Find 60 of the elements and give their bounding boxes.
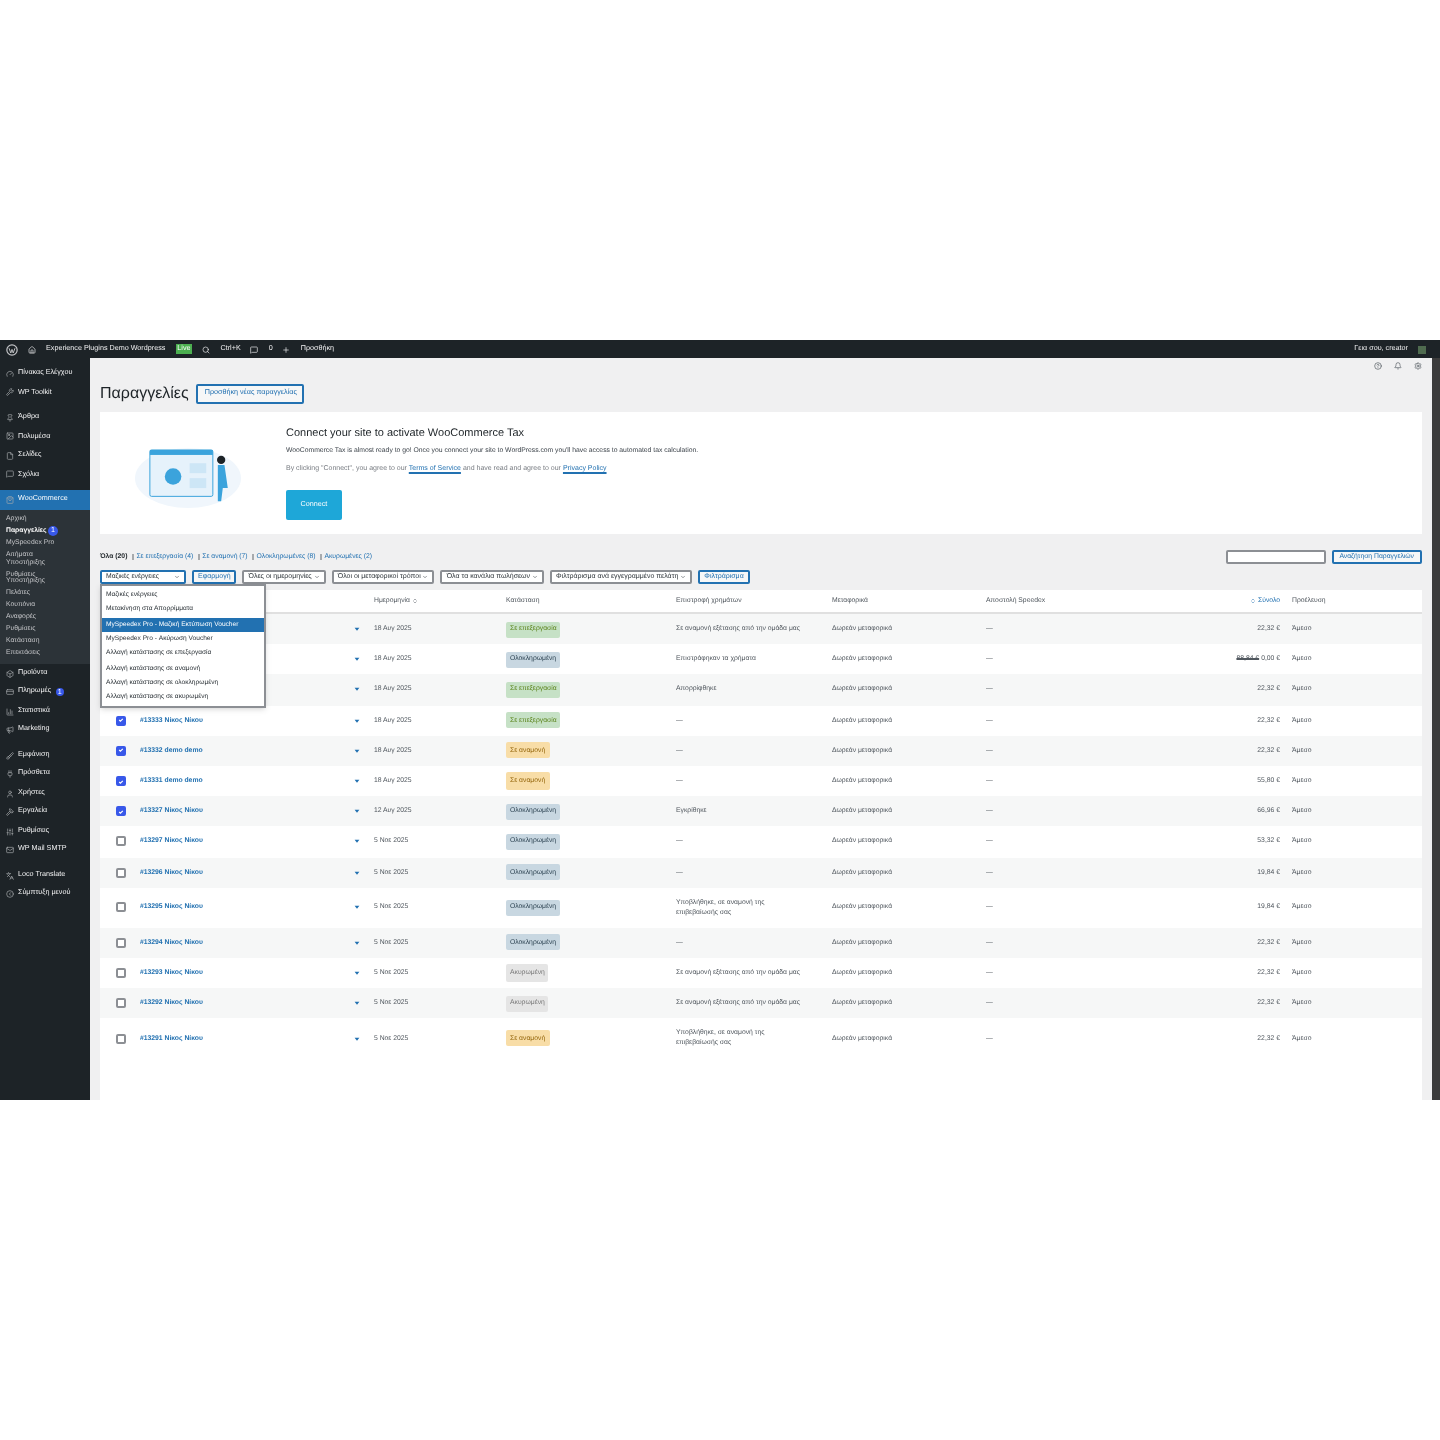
help-icon[interactable]	[1374, 362, 1382, 370]
scrollbar[interactable]	[1432, 358, 1440, 1100]
plug-icon	[6, 770, 14, 779]
comment-icon	[6, 470, 14, 479]
row-checkbox[interactable]	[115, 715, 125, 726]
row-checkbox[interactable]	[115, 867, 125, 878]
check-icon	[117, 716, 123, 725]
chart-icon	[6, 707, 14, 716]
translate-icon	[6, 871, 14, 880]
search-field[interactable]	[1225, 550, 1326, 564]
row-checkbox[interactable]	[115, 937, 125, 948]
mail-icon	[6, 846, 14, 855]
avatar[interactable]	[1418, 345, 1426, 353]
preview-arrow-icon[interactable]	[354, 626, 360, 633]
sliders-icon	[6, 827, 14, 836]
preview-arrow-icon[interactable]	[354, 838, 360, 845]
preview-arrow-icon[interactable]	[354, 939, 360, 946]
wrench-icon	[6, 388, 14, 397]
preview-arrow-icon[interactable]	[354, 747, 360, 754]
preview-arrow-icon[interactable]	[354, 1000, 360, 1007]
check-icon	[117, 807, 123, 816]
home-icon[interactable]	[28, 345, 36, 353]
preview-arrow-icon[interactable]	[354, 778, 360, 785]
megaphone-icon	[6, 726, 14, 735]
preview-arrow-icon[interactable]	[354, 1035, 360, 1042]
preview-arrow-icon[interactable]	[354, 904, 360, 911]
row-checkbox[interactable]	[115, 745, 125, 756]
pin-icon	[6, 413, 14, 422]
row-checkbox[interactable]	[115, 998, 125, 1009]
row-checkbox[interactable]	[115, 806, 125, 817]
gauge-icon	[6, 369, 14, 378]
settings-icon[interactable]	[1414, 362, 1422, 370]
box-icon	[6, 669, 14, 678]
preview-arrow-icon[interactable]	[354, 869, 360, 876]
preview-arrow-icon[interactable]	[354, 686, 360, 693]
plus-icon[interactable]	[282, 345, 291, 353]
wordpress-logo-icon[interactable]	[6, 343, 18, 355]
bag-icon	[6, 495, 14, 504]
image-icon	[6, 432, 14, 441]
row-checkbox[interactable]	[115, 776, 125, 787]
preview-arrow-icon[interactable]	[354, 969, 360, 976]
comment-icon[interactable]	[250, 345, 259, 353]
collapse-icon	[6, 890, 14, 899]
user-icon	[6, 789, 14, 798]
preview-arrow-icon[interactable]	[354, 656, 360, 663]
search-icon[interactable]	[202, 345, 211, 353]
file-icon	[6, 451, 14, 460]
row-checkbox[interactable]	[115, 967, 125, 978]
check-icon	[117, 777, 123, 786]
card-icon	[6, 688, 14, 697]
preview-arrow-icon[interactable]	[354, 808, 360, 815]
hammer-icon	[6, 808, 14, 817]
page-title: Παραγγελίες	[100, 382, 189, 406]
row-checkbox[interactable]	[115, 902, 125, 913]
row-checkbox[interactable]	[115, 1033, 125, 1044]
check-icon	[117, 746, 123, 755]
bell-icon[interactable]	[1394, 362, 1402, 370]
brush-icon	[6, 751, 14, 760]
row-checkbox[interactable]	[115, 836, 125, 847]
preview-arrow-icon[interactable]	[354, 717, 360, 724]
